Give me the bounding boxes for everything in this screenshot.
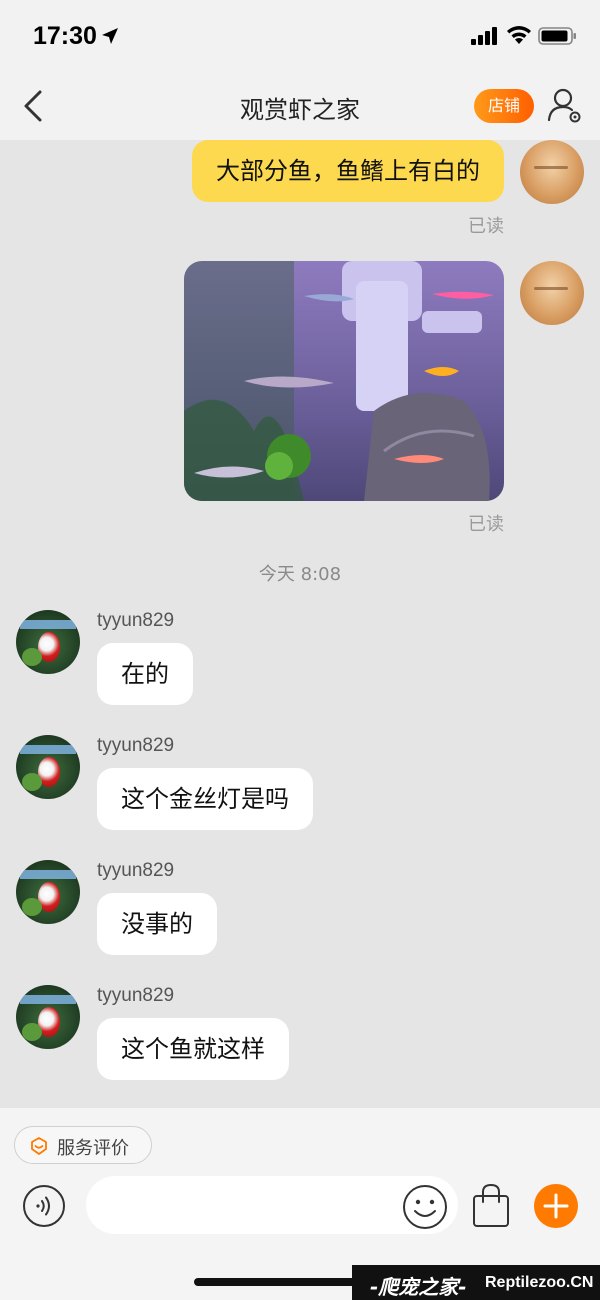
sender-name: tyyun829 xyxy=(97,735,175,756)
service-rating-button[interactable]: 服务评价 xyxy=(14,1126,152,1164)
service-badge-icon xyxy=(31,1137,47,1155)
shopping-bag-icon[interactable] xyxy=(470,1182,512,1228)
incoming-message-bubble[interactable]: 这个鱼就这样 xyxy=(97,1018,289,1080)
status-time: 17:30 xyxy=(33,22,97,50)
watermark: -爬宠之家- Reptilezoo.CN xyxy=(352,1265,600,1300)
input-area: 服务评价 -爬宠之家- Reptilezoo.CN xyxy=(0,1108,600,1300)
watermark-cn: -爬宠之家- xyxy=(370,1275,467,1299)
sender-name: tyyun829 xyxy=(97,860,175,881)
shop-avatar[interactable] xyxy=(16,985,80,1049)
shop-avatar[interactable] xyxy=(16,860,80,924)
plus-button[interactable] xyxy=(534,1184,578,1228)
sender-name: tyyun829 xyxy=(97,985,175,1006)
incoming-message-bubble[interactable]: 没事的 xyxy=(97,893,217,955)
cellular-signal-icon xyxy=(471,27,497,45)
battery-icon xyxy=(538,27,576,45)
my-avatar[interactable] xyxy=(520,261,584,325)
read-status: 已读 xyxy=(468,514,504,535)
nav-bar: 观赏虾之家 店铺 xyxy=(0,72,600,140)
location-arrow-icon xyxy=(102,28,118,44)
wifi-icon xyxy=(507,26,531,44)
incoming-message-bubble[interactable]: 这个金丝灯是吗 xyxy=(97,768,313,830)
chat-area[interactable]: 大部分鱼，鱼鳍上有白的 已读 已读 今天 8:08 tyyun829 在的 ty… xyxy=(0,140,600,1108)
shop-avatar[interactable] xyxy=(16,735,80,799)
time-separator: 今天 8:08 xyxy=(258,564,342,585)
watermark-en: Reptilezoo.CN xyxy=(485,1274,594,1291)
shop-button[interactable]: 店铺 xyxy=(474,89,534,123)
read-status: 已读 xyxy=(468,216,504,237)
status-bar: 17:30 xyxy=(0,0,600,72)
voice-icon[interactable] xyxy=(22,1184,66,1228)
service-rating-label: 服务评价 xyxy=(57,1138,129,1159)
fish-tank-photo[interactable] xyxy=(184,261,504,501)
sender-name: tyyun829 xyxy=(97,610,175,631)
user-settings-icon[interactable] xyxy=(547,86,583,126)
shop-avatar[interactable] xyxy=(16,610,80,674)
incoming-message-bubble[interactable]: 在的 xyxy=(97,643,193,705)
outgoing-message-bubble[interactable]: 大部分鱼，鱼鳍上有白的 xyxy=(192,140,504,202)
emoji-icon[interactable] xyxy=(402,1184,448,1230)
my-avatar[interactable] xyxy=(520,140,584,204)
plus-icon xyxy=(543,1193,569,1219)
